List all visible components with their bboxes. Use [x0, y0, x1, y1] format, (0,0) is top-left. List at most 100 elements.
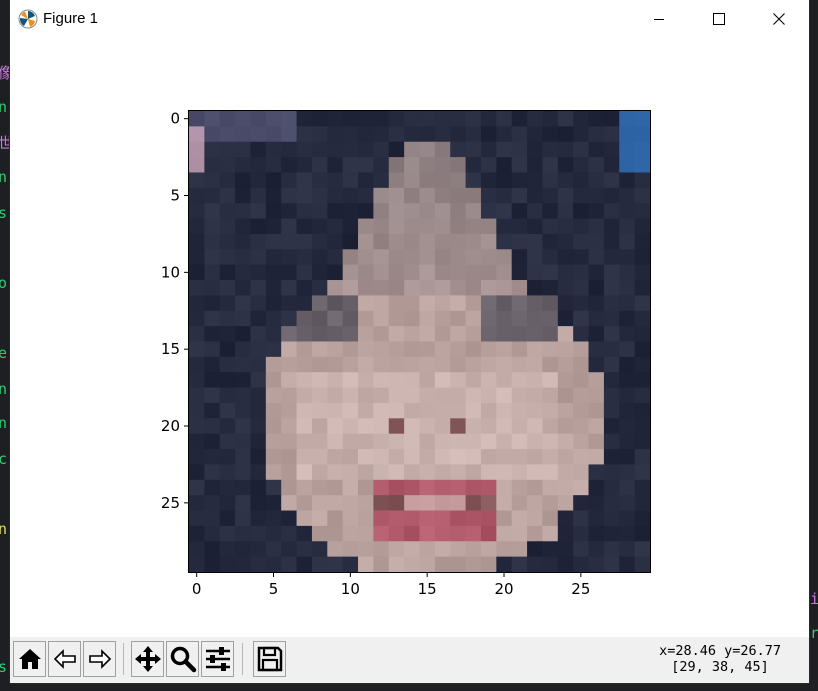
image-pixel — [189, 233, 205, 250]
image-pixel — [511, 525, 528, 542]
save-button[interactable] — [253, 641, 286, 677]
image-pixel — [542, 295, 559, 312]
image-pixel — [619, 387, 636, 404]
gutter-glyph: n — [0, 414, 8, 432]
image-pixel — [511, 126, 528, 143]
image-pixel — [235, 326, 252, 343]
image-pixel — [619, 280, 636, 296]
axes[interactable]: 0 5 10 15 20 25 0 5 10 15 20 25 — [10, 37, 809, 637]
image-pixel — [281, 449, 298, 466]
image-pixel — [388, 326, 405, 343]
image-pixel — [189, 402, 205, 419]
image-pixel — [281, 295, 298, 312]
image-pixel — [358, 157, 374, 174]
image-pixel — [189, 203, 205, 220]
forward-arrow-icon — [88, 649, 111, 669]
image-pixel — [311, 157, 328, 174]
image-pixel — [204, 233, 221, 250]
image-pixel — [588, 218, 605, 235]
image-pixel — [388, 249, 405, 266]
image-pixel — [634, 433, 651, 450]
image-pixel — [342, 111, 359, 127]
x-tick-label: 20 — [494, 580, 513, 598]
image-pixel — [327, 280, 344, 296]
image-pixel — [634, 233, 651, 250]
figure-canvas[interactable]: 0 5 10 15 20 25 0 5 10 15 20 25 — [10, 37, 809, 637]
y-tick-label: 25 — [161, 494, 180, 512]
toolbar-separator — [123, 643, 124, 675]
title-bar[interactable]: Figure 1 — [10, 0, 809, 37]
image-pixel — [450, 233, 467, 250]
move-icon — [134, 646, 161, 672]
image-pixel — [404, 203, 421, 220]
image-pixel — [573, 111, 590, 127]
image-pixel — [557, 295, 574, 312]
configure-subplots-button[interactable] — [201, 641, 234, 677]
image-pixel — [189, 264, 205, 281]
image-pixel — [265, 402, 282, 419]
image-pixel — [465, 418, 482, 435]
image-pixel — [250, 525, 267, 542]
image-pixel — [388, 187, 405, 204]
image-pixel — [465, 464, 482, 481]
image-pixel — [450, 111, 467, 127]
image-pixel — [358, 295, 374, 312]
image-pixel — [219, 510, 236, 527]
forward-button[interactable] — [83, 641, 116, 677]
image-pixel — [265, 556, 282, 573]
image-pixel — [281, 372, 298, 389]
image-pixel — [496, 556, 513, 573]
image-pixel — [588, 187, 605, 204]
image-pixel — [219, 449, 236, 466]
image-pixel — [342, 525, 359, 542]
close-button[interactable] — [749, 0, 809, 37]
image-pixel — [480, 249, 497, 266]
image-pixel — [465, 525, 482, 542]
back-button[interactable] — [48, 641, 81, 677]
image-pixel — [557, 280, 574, 296]
home-button[interactable] — [13, 641, 46, 677]
image-pixel — [342, 172, 359, 189]
image-pixel — [573, 372, 590, 389]
image-pixel — [281, 464, 298, 481]
image-pixel — [634, 495, 651, 512]
image-pixel — [189, 249, 205, 266]
image-pixel — [603, 280, 620, 296]
image-pixel — [265, 126, 282, 143]
image-pixel — [219, 249, 236, 266]
image-pixel — [573, 464, 590, 481]
image-pixel — [419, 525, 436, 542]
image-pixel — [250, 418, 267, 435]
image-pixel — [189, 280, 205, 296]
image-pixel — [189, 495, 205, 512]
image-pixel — [511, 157, 528, 174]
image-pixel — [296, 387, 313, 404]
image-pixel — [527, 418, 544, 435]
image-pixel — [327, 495, 344, 512]
image-pixel — [250, 479, 267, 496]
pan-button[interactable] — [131, 641, 164, 677]
image-pixel — [235, 525, 252, 542]
image-pixel — [373, 479, 390, 496]
image-pixel — [281, 402, 298, 419]
image-pixel — [511, 556, 528, 573]
image-pixel — [373, 510, 390, 527]
image-pixel — [327, 172, 344, 189]
image-pixel — [542, 464, 559, 481]
image-pixel — [419, 233, 436, 250]
image-pixel — [235, 510, 252, 527]
minimize-button[interactable] — [629, 0, 689, 37]
maximize-icon — [713, 12, 725, 25]
image-pixel — [373, 126, 390, 143]
maximize-button[interactable] — [689, 0, 749, 37]
image-pixel — [619, 249, 636, 266]
image-pixel — [311, 280, 328, 296]
image-pixel — [588, 372, 605, 389]
zoom-button[interactable] — [166, 641, 199, 677]
image-pixel — [557, 233, 574, 250]
image-pixel — [404, 402, 421, 419]
image-pixel — [219, 172, 236, 189]
image-pixel — [388, 264, 405, 281]
image-pixel — [496, 310, 513, 327]
image-pixel — [235, 479, 252, 496]
